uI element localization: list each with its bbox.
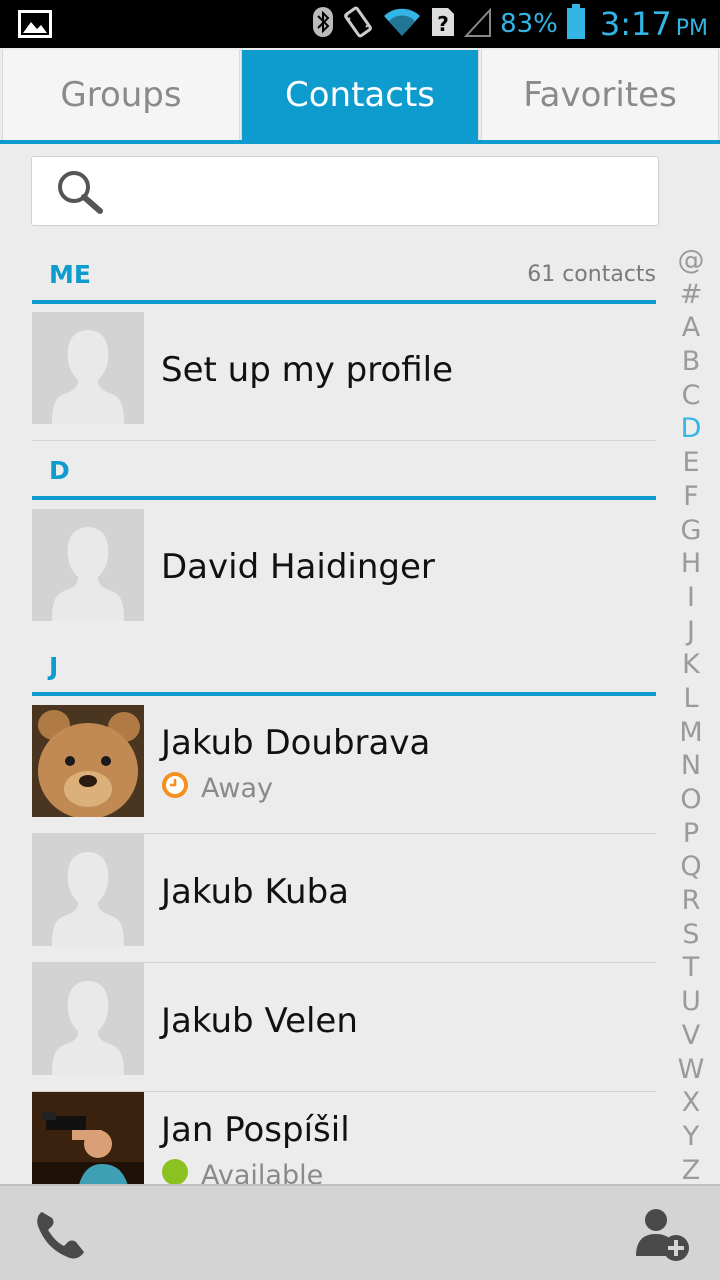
tab-contacts[interactable]: Contacts [241,50,479,140]
index-letter[interactable]: D [674,412,708,446]
index-letter[interactable]: @ [674,244,708,278]
search-input[interactable] [31,156,659,226]
section-header-j: J [32,646,656,696]
row-divider [32,440,656,441]
index-letter[interactable]: V [674,1019,708,1053]
wifi-icon [382,6,422,42]
tab-favorites[interactable]: Favorites [481,50,719,140]
index-letter[interactable]: I [674,581,708,615]
avatar-placeholder-icon [32,834,144,946]
tab-indicator [0,140,720,144]
index-letter[interactable]: N [674,749,708,783]
index-letter[interactable]: Q [674,850,708,884]
avatar-placeholder-icon [32,963,144,1075]
index-letter[interactable]: U [674,985,708,1019]
index-letter[interactable]: J [674,615,708,649]
index-letter[interactable]: C [674,379,708,413]
contact-name: Jan Pospíšil [161,1110,350,1150]
section-divider [32,496,656,500]
index-letter[interactable]: B [674,345,708,379]
index-letter[interactable]: Y [674,1120,708,1154]
section-header-d: D [32,450,656,500]
clock-ampm: PM [675,16,708,41]
vibrate-icon [342,5,374,43]
contact-name: Set up my profile [161,350,454,390]
index-letter[interactable]: T [674,951,708,985]
alphabet-index-scrollbar[interactable]: @ # A B C D E F G H I J K L M N O P Q R S T U V W X Y Z [674,244,708,1187]
section-letter: D [49,456,70,485]
signal-icon [463,6,492,42]
index-letter[interactable]: P [674,817,708,851]
index-letter[interactable]: # [674,278,708,312]
sim-unknown-icon: ? [430,6,456,42]
avatar-photo [32,705,144,817]
battery-percent: 83% [500,9,558,39]
index-letter[interactable]: S [674,918,708,952]
bottom-action-bar [0,1184,720,1280]
avatar-placeholder-icon [32,509,144,621]
index-letter[interactable]: K [674,648,708,682]
index-letter[interactable]: Z [674,1154,708,1188]
index-letter[interactable]: W [674,1053,708,1087]
presence-text: Away [201,773,273,804]
index-letter[interactable]: F [674,480,708,514]
index-letter[interactable]: H [674,547,708,581]
index-letter[interactable]: G [674,514,708,548]
presence-status: Away [161,771,273,806]
clock-time: 3:17 [599,5,672,43]
list-item-jakub-doubrava[interactable]: Jakub Doubrava Away [32,705,656,834]
index-letter[interactable]: O [674,783,708,817]
list-item-david-haidinger[interactable]: David Haidinger [32,509,656,638]
contact-name: Jakub Velen [161,1001,358,1041]
avatar-placeholder-icon [32,312,144,424]
section-divider [32,300,656,304]
section-letter: J [49,652,59,681]
contacts-count: 61 contacts [527,262,656,287]
index-letter[interactable]: M [674,716,708,750]
search-icon [56,169,104,219]
tab-groups[interactable]: Groups [2,50,240,140]
tab-bar: Groups Contacts Favorites [0,48,720,140]
add-contact-icon[interactable] [634,1206,690,1266]
index-letter[interactable]: E [674,446,708,480]
bluetooth-icon [312,6,334,42]
image-icon [18,10,52,42]
list-item-jakub-velen[interactable]: Jakub Velen [32,963,656,1092]
index-letter[interactable]: L [674,682,708,716]
contact-name: Jakub Doubrava [161,723,431,763]
section-header-me: ME 61 contacts [32,254,656,304]
contact-name: Jakub Kuba [161,872,350,912]
index-letter[interactable]: X [674,1086,708,1120]
clock: 3:17 PM [600,5,708,43]
list-item-my-profile[interactable]: Set up my profile [32,312,656,441]
contact-name: David Haidinger [161,547,435,587]
section-letter: ME [49,260,91,289]
battery-icon [566,4,586,44]
status-bar: ? 83% 3:17 PM [0,0,720,48]
section-divider [32,692,656,696]
svg-text:?: ? [437,12,449,36]
phone-icon[interactable] [34,1208,86,1264]
list-item-jakub-kuba[interactable]: Jakub Kuba [32,834,656,963]
index-letter[interactable]: R [674,884,708,918]
away-clock-icon [161,771,189,806]
index-letter[interactable]: A [674,311,708,345]
